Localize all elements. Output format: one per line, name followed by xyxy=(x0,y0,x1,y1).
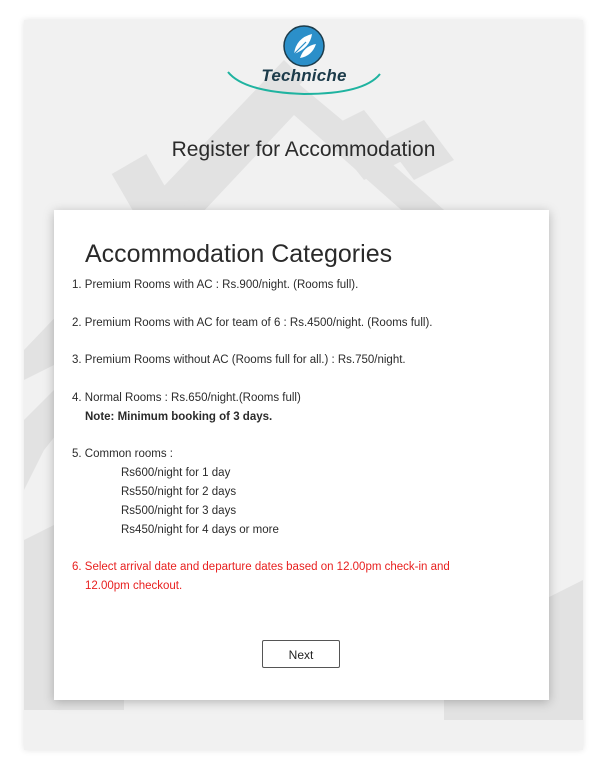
warning-text: 6. Select arrival date and departure dat… xyxy=(72,561,450,573)
logo-text: Techniche xyxy=(261,66,347,85)
common-room-rate: Rs450/night for 4 days or more xyxy=(121,524,279,536)
category-item-2: 2. Premium Rooms with AC for team of 6 :… xyxy=(72,314,432,333)
page-title: Register for Accommodation xyxy=(171,138,436,161)
category-text: 4. Normal Rooms : Rs.650/night.(Rooms fu… xyxy=(72,392,301,404)
category-note: Note: Minimum booking of 3 days. xyxy=(85,411,273,423)
category-text: 1. Premium Rooms with AC : Rs.900/night.… xyxy=(72,279,359,291)
category-item-3: 3. Premium Rooms without AC (Rooms full … xyxy=(72,351,406,370)
common-room-rate: Rs600/night for 1 day xyxy=(121,467,231,479)
category-item-1: 1. Premium Rooms with AC : Rs.900/night.… xyxy=(72,276,358,295)
category-text: 2. Premium Rooms with AC for team of 6 :… xyxy=(72,317,433,329)
card-title: Accommodation Categories xyxy=(85,240,393,268)
next-button[interactable]: Next xyxy=(262,640,340,668)
accommodation-card: Accommodation Categories 1. Premium Room… xyxy=(54,210,549,700)
category-item-6-warning: 6. Select arrival date and departure dat… xyxy=(72,558,450,596)
common-room-rate: Rs550/night for 2 days xyxy=(121,486,237,498)
leaf-logo-icon xyxy=(283,25,325,67)
category-text: 3. Premium Rooms without AC (Rooms full … xyxy=(72,354,406,366)
category-text: 5. Common rooms : xyxy=(72,448,173,460)
techniche-logo[interactable]: Techniche xyxy=(224,22,384,96)
category-item-5: 5. Common rooms : Rs600/night for 1 day … xyxy=(72,445,279,540)
category-item-4: 4. Normal Rooms : Rs.650/night.(Rooms fu… xyxy=(72,389,301,427)
common-room-rate: Rs500/night for 3 days xyxy=(121,505,237,517)
page-container: Techniche Register for Accommodation Acc… xyxy=(24,20,583,750)
warning-text-continued: 12.00pm checkout. xyxy=(85,580,183,592)
